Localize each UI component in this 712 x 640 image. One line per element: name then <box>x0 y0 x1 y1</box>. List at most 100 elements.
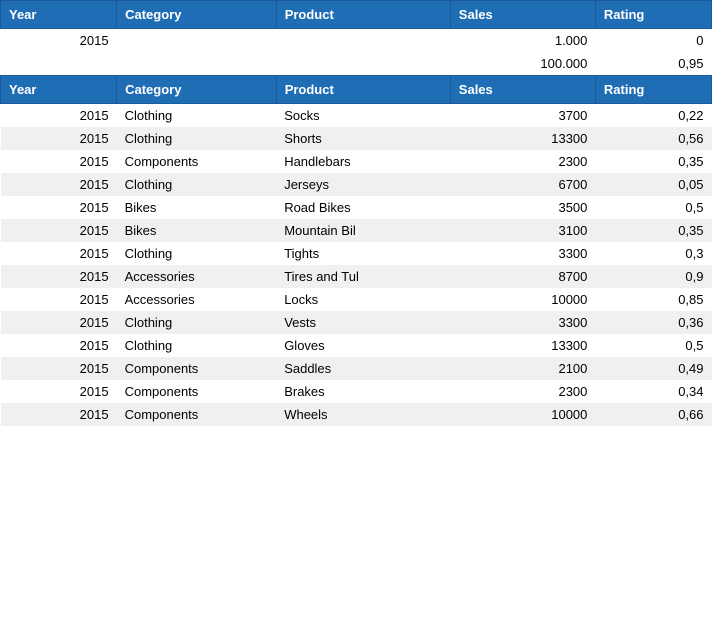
top-header-category: Category <box>117 1 277 29</box>
row-product: Tires and Tul <box>276 265 450 288</box>
row-rating: 0,35 <box>595 219 711 242</box>
row-rating: 0,5 <box>595 196 711 219</box>
row-year: 2015 <box>1 242 117 265</box>
row-year: 2015 <box>1 150 117 173</box>
row-sales: 10000 <box>450 288 595 311</box>
row-sales: 2300 <box>450 150 595 173</box>
second-header-year: Year <box>1 76 117 104</box>
row-sales: 3300 <box>450 311 595 334</box>
row-sales: 8700 <box>450 265 595 288</box>
row-category: Components <box>117 357 277 380</box>
second-header-category: Category <box>117 76 277 104</box>
row-category: Clothing <box>117 127 277 150</box>
row-product: Vests <box>276 311 450 334</box>
row-sales: 3100 <box>450 219 595 242</box>
table-row: 2015ClothingSocks37000,22 <box>1 104 712 128</box>
row-year: 2015 <box>1 357 117 380</box>
table-row: 2015BikesMountain Bil31000,35 <box>1 219 712 242</box>
row-year: 2015 <box>1 288 117 311</box>
row-rating: 0,3 <box>595 242 711 265</box>
table-row: 2015ClothingJerseys67000,05 <box>1 173 712 196</box>
row-sales: 3700 <box>450 104 595 128</box>
row-product: Gloves <box>276 334 450 357</box>
row-category: Accessories <box>117 288 277 311</box>
summary-row-2: 100.000 0,95 <box>1 52 712 76</box>
row-rating: 0,49 <box>595 357 711 380</box>
row-year: 2015 <box>1 104 117 128</box>
row-rating: 0,05 <box>595 173 711 196</box>
row-category: Clothing <box>117 104 277 128</box>
summary-row-1: 2015 1.000 0 <box>1 29 712 53</box>
row-product: Mountain Bil <box>276 219 450 242</box>
table-row: 2015AccessoriesTires and Tul87000,9 <box>1 265 712 288</box>
table-row: 2015ComponentsSaddles21000,49 <box>1 357 712 380</box>
top-header-row: Year Category Product Sales Rating <box>1 1 712 29</box>
row-product: Handlebars <box>276 150 450 173</box>
row-product: Brakes <box>276 380 450 403</box>
top-header-product: Product <box>276 1 450 29</box>
row-category: Components <box>117 150 277 173</box>
row-rating: 0,22 <box>595 104 711 128</box>
row-sales: 13300 <box>450 127 595 150</box>
row-category: Clothing <box>117 173 277 196</box>
table-row: 2015AccessoriesLocks100000,85 <box>1 288 712 311</box>
row-year: 2015 <box>1 403 117 426</box>
table-row: 2015ClothingVests33000,36 <box>1 311 712 334</box>
row-product: Saddles <box>276 357 450 380</box>
row-rating: 0,9 <box>595 265 711 288</box>
row-product: Wheels <box>276 403 450 426</box>
top-header-year: Year <box>1 1 117 29</box>
row-product: Road Bikes <box>276 196 450 219</box>
row-rating: 0,36 <box>595 311 711 334</box>
row-sales: 10000 <box>450 403 595 426</box>
summary-1-product <box>276 29 450 53</box>
summary-1-sales: 1.000 <box>450 29 595 53</box>
row-category: Components <box>117 403 277 426</box>
row-year: 2015 <box>1 127 117 150</box>
row-product: Tights <box>276 242 450 265</box>
row-category: Clothing <box>117 242 277 265</box>
table-row: 2015ComponentsWheels100000,66 <box>1 403 712 426</box>
row-product: Socks <box>276 104 450 128</box>
data-table: Year Category Product Sales Rating 2015 … <box>0 0 712 426</box>
table-row: 2015ClothingGloves133000,5 <box>1 334 712 357</box>
row-category: Bikes <box>117 196 277 219</box>
row-rating: 0,35 <box>595 150 711 173</box>
row-sales: 6700 <box>450 173 595 196</box>
row-year: 2015 <box>1 380 117 403</box>
summary-2-rating: 0,95 <box>595 52 711 76</box>
row-sales: 2100 <box>450 357 595 380</box>
table-row: 2015ClothingTights33000,3 <box>1 242 712 265</box>
row-rating: 0,56 <box>595 127 711 150</box>
row-category: Clothing <box>117 311 277 334</box>
top-header-sales: Sales <box>450 1 595 29</box>
row-product: Shorts <box>276 127 450 150</box>
second-header-sales: Sales <box>450 76 595 104</box>
row-category: Clothing <box>117 334 277 357</box>
summary-2-sales: 100.000 <box>450 52 595 76</box>
top-header-rating: Rating <box>595 1 711 29</box>
row-product: Locks <box>276 288 450 311</box>
row-category: Bikes <box>117 219 277 242</box>
summary-2-product <box>276 52 450 76</box>
row-year: 2015 <box>1 311 117 334</box>
table-row: 2015ClothingShorts133000,56 <box>1 127 712 150</box>
row-rating: 0,66 <box>595 403 711 426</box>
table-row: 2015ComponentsHandlebars23000,35 <box>1 150 712 173</box>
summary-1-rating: 0 <box>595 29 711 53</box>
row-sales: 3300 <box>450 242 595 265</box>
row-rating: 0,5 <box>595 334 711 357</box>
row-year: 2015 <box>1 196 117 219</box>
row-product: Jerseys <box>276 173 450 196</box>
second-header-rating: Rating <box>595 76 711 104</box>
row-category: Components <box>117 380 277 403</box>
second-header-row: Year Category Product Sales Rating <box>1 76 712 104</box>
row-year: 2015 <box>1 219 117 242</box>
summary-1-category <box>117 29 277 53</box>
row-sales: 13300 <box>450 334 595 357</box>
summary-1-year: 2015 <box>1 29 117 53</box>
summary-2-category <box>117 52 277 76</box>
data-rows-body: 2015ClothingSocks37000,222015ClothingSho… <box>1 104 712 427</box>
summary-2-year <box>1 52 117 76</box>
row-rating: 0,34 <box>595 380 711 403</box>
